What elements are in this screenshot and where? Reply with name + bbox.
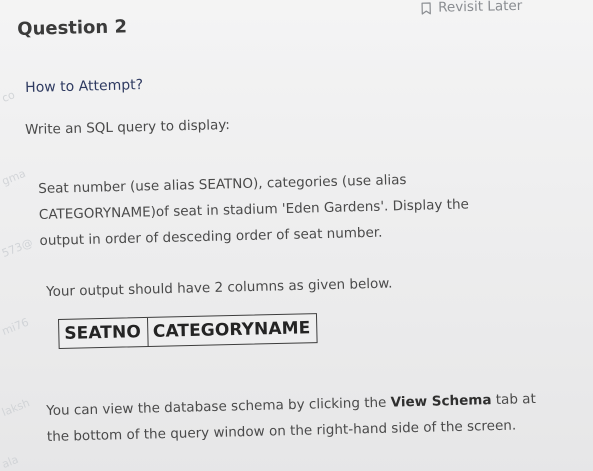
output-columns-table: SEATNO CATEGORYNAME [58, 313, 318, 349]
instruction-text: Write an SQL query to display: [25, 116, 231, 138]
watermark-text: co [0, 88, 17, 106]
watermark-text: gma [0, 166, 28, 189]
schema-instruction: You can view the database schema by clic… [46, 385, 587, 450]
schema-line-suffix: tab at [491, 391, 536, 409]
watermark-text: ala [0, 452, 21, 471]
revisit-later-button[interactable]: Revisit Later [421, 0, 522, 16]
question-paragraph: Seat number (use alias SEATNO), categori… [38, 163, 570, 254]
watermark-text: laksh [0, 396, 32, 420]
column-header-categoryname: CATEGORYNAME [146, 314, 317, 346]
bookmark-icon [421, 1, 431, 15]
output-columns-note: Your output should have 2 columns as giv… [46, 275, 393, 300]
how-to-attempt-heading: How to Attempt? [25, 77, 144, 96]
column-header-seatno: SEATNO [64, 322, 142, 344]
question-title: Question 2 [17, 16, 128, 40]
watermark-text: mi76 [0, 315, 31, 339]
schema-line-prefix: You can view the database schema by clic… [46, 394, 391, 419]
watermark-text: 573@ [0, 236, 35, 261]
question-page: co gma 573@ mi76 laksh ala Revisit Later… [0, 0, 593, 471]
revisit-later-label: Revisit Later [437, 0, 523, 16]
view-schema-reference: View Schema [390, 392, 492, 411]
